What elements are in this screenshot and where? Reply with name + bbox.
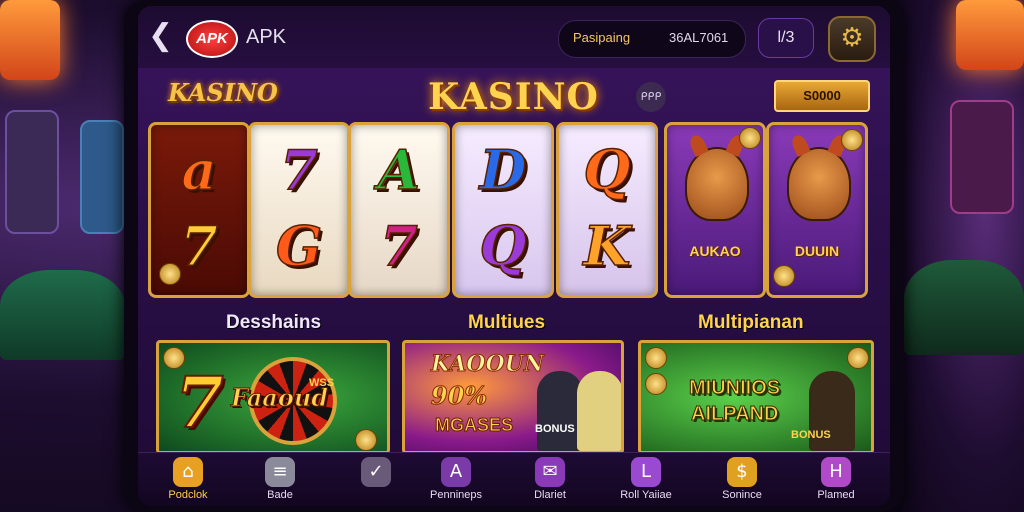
promo-card-3[interactable]: MIUNIIOS AILPAND BONUS	[638, 340, 874, 454]
reel-1: a 7	[148, 122, 250, 298]
promo-tag: WSS	[309, 377, 335, 389]
promo-percent: 90%	[430, 381, 488, 411]
slot-cabinet-light	[956, 0, 1024, 70]
nav-item-flag[interactable]: ✓	[334, 457, 418, 505]
nav-item-pennineps[interactable]: A Pennineps	[414, 457, 498, 505]
reel-symbol: 7	[279, 137, 318, 203]
coin-icon	[847, 347, 869, 369]
app-logo: APK	[186, 20, 238, 58]
app-screen: ❮ APK APK Pasipaing 36AL7061 l/3 ⚙ KASIN…	[138, 6, 890, 506]
nav-item-roll[interactable]: L Roll Yaiiae	[604, 457, 688, 505]
nav-item-dlariet[interactable]: ✉ Dlariet	[508, 457, 592, 505]
nav-item-sonince[interactable]: $ Sonince	[700, 457, 784, 505]
envelope-icon: ✉	[535, 457, 565, 487]
page-title: KASINO	[428, 76, 599, 118]
reel-symbol: D	[479, 137, 527, 203]
back-arrow-icon[interactable]: ❮	[148, 20, 173, 52]
nav-label: Sonince	[722, 489, 762, 501]
reel-symbol: K	[583, 213, 631, 279]
promo-card-1[interactable]: 7 Faaoud WSS	[156, 340, 390, 454]
coin-icon	[841, 129, 863, 151]
nav-label: Podclok	[168, 489, 208, 501]
promo-big-seven: 7	[174, 360, 225, 445]
nav-label: Roll Yaiiae	[620, 489, 672, 501]
reel-symbol: a	[181, 137, 218, 203]
promo-title: MIUNIIOS	[688, 377, 781, 400]
title-badge[interactable]: ᑭᑭᑭ	[636, 82, 666, 112]
coin-icon	[159, 263, 181, 285]
gear-icon[interactable]: ⚙	[828, 16, 876, 62]
promo-tag: BONUS	[791, 429, 831, 441]
nav-label: Dlariet	[534, 489, 566, 501]
balance-value: 36AL7061	[669, 30, 729, 45]
balance-pill[interactable]: Pasipaing 36AL7061	[558, 20, 746, 58]
character-label: AUKAO	[689, 243, 741, 259]
reel-character-1: AUKAO	[664, 122, 766, 298]
slot-reels[interactable]: a 7 7 G A 7 D Q Q K AUKAO DUUIN	[146, 118, 882, 300]
coin-icon	[773, 265, 795, 287]
reel-symbol: Q	[479, 213, 528, 279]
slot-cabinet	[80, 120, 124, 234]
reel-character-2: DUUIN	[766, 122, 868, 298]
demon-character-icon	[685, 147, 749, 221]
reel-4: D Q	[452, 122, 554, 298]
person-image	[577, 371, 621, 451]
slot-cabinet-light	[0, 0, 60, 80]
coin-icon	[163, 347, 185, 369]
slot-cabinet	[950, 100, 1014, 214]
coin-icon	[645, 373, 667, 395]
nav-label: Plamed	[817, 489, 855, 501]
bottom-nav: ⌂ Podclok ≡ Bade ✓ A Pennineps ✉ Dlariet…	[138, 452, 890, 506]
promo-tag: BONUS	[535, 423, 575, 435]
section-title: Desshains	[226, 312, 322, 333]
character-label: DUUIN	[794, 243, 840, 259]
ticket-icon: A	[441, 457, 471, 487]
gaming-table	[0, 270, 125, 360]
app-name: APK	[246, 26, 287, 48]
promo-subtitle: MGASES	[434, 415, 514, 436]
casino-background-right	[894, 0, 1024, 512]
home-icon: ⌂	[173, 457, 203, 487]
promo-subtitle: AILPAND	[690, 403, 779, 426]
nav-label: Pennineps	[430, 489, 482, 501]
section-title: Multiues	[468, 312, 546, 333]
reel-5: Q K	[556, 122, 658, 298]
promo-title: KAOOUN	[431, 351, 545, 378]
promo-title: Faaoud	[231, 383, 329, 413]
slot-cabinet	[5, 110, 59, 234]
coin-icon	[739, 127, 761, 149]
top-bar: ❮ APK APK Pasipaing 36AL7061 l/3 ⚙	[138, 6, 890, 68]
tablet-device: ❮ APK APK Pasipaing 36AL7061 l/3 ⚙ KASIN…	[124, 0, 904, 512]
gift-icon: H	[821, 457, 851, 487]
gaming-table	[904, 260, 1024, 355]
nav-label: Bade	[267, 489, 293, 501]
coin-icon: $	[727, 457, 757, 487]
chips-icon: ≡	[265, 457, 295, 487]
reel-symbol: A	[377, 137, 420, 203]
wallet-icon: L	[631, 457, 661, 487]
profile-button[interactable]: l/3	[758, 18, 814, 58]
brand-logo: KASINO	[168, 78, 278, 107]
reel-symbol: G	[275, 213, 323, 279]
balance-label: Pasipaing	[573, 30, 631, 45]
coin-icon	[645, 347, 667, 369]
reel-2: 7 G	[248, 122, 350, 298]
nav-item-bade[interactable]: ≡ Bade	[238, 457, 322, 505]
bonus-button[interactable]: S0000	[774, 80, 870, 112]
nav-item-home[interactable]: ⌂ Podclok	[146, 457, 230, 505]
nav-item-plamed[interactable]: H Plamed	[794, 457, 878, 505]
reel-symbol: Q	[583, 137, 632, 203]
flag-icon: ✓	[361, 457, 391, 487]
promo-card-2[interactable]: KAOOUN 90% MGASES BONUS	[402, 340, 624, 454]
warrior-character-icon	[787, 147, 851, 221]
coin-icon	[355, 429, 377, 451]
reel-3: A 7	[348, 122, 450, 298]
section-title: Multipianan	[698, 312, 804, 333]
reel-symbol: 7	[379, 213, 418, 279]
